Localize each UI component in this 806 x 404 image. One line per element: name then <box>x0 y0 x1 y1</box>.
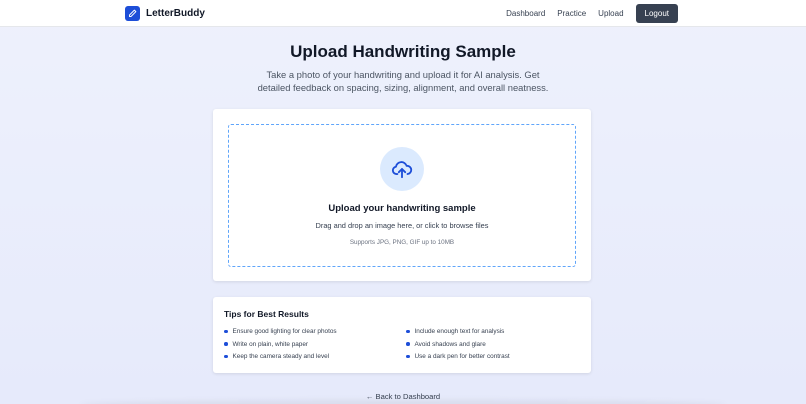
pencil-icon <box>125 5 140 21</box>
logout-button[interactable]: Logout <box>635 3 678 23</box>
tip-item: Include enough text for analysis <box>406 328 580 335</box>
tip-text: Keep the camera steady and level <box>232 353 330 361</box>
bullet-icon <box>224 329 228 334</box>
nav-link-practice[interactable]: Practice <box>557 9 586 18</box>
tips-card: Tips for Best Results Ensure good lighti… <box>213 297 591 373</box>
bullet-icon <box>224 354 228 359</box>
brand-name: LetterBuddy <box>146 7 205 19</box>
brand[interactable]: LetterBuddy <box>125 5 205 21</box>
tip-text: Ensure good lighting for clear photos <box>232 328 337 335</box>
upload-card: Upload your handwriting sample Drag and … <box>213 109 591 281</box>
nav-links: Dashboard Practice Upload Logout <box>506 3 678 23</box>
nav-link-upload[interactable]: Upload <box>598 9 623 18</box>
bullet-icon <box>406 329 410 334</box>
tip-item: Use a dark pen for better contrast <box>406 353 580 360</box>
hero: Upload Handwriting Sample Take a photo o… <box>0 42 806 94</box>
tips-list: Ensure good lighting for clear photos In… <box>224 328 580 360</box>
tip-item: Ensure good lighting for clear photos <box>224 328 398 335</box>
tip-text: Write on plain, white paper <box>232 340 309 348</box>
upload-title: Upload your handwriting sample <box>328 203 476 214</box>
tip-item: Keep the camera steady and level <box>224 353 398 360</box>
cloud-upload-icon <box>391 161 413 179</box>
bullet-icon <box>224 342 228 346</box>
nav-link-dashboard[interactable]: Dashboard <box>506 9 545 18</box>
tip-item: Write on plain, white paper <box>224 341 398 348</box>
navbar: LetterBuddy Dashboard Practice Upload Lo… <box>0 0 806 27</box>
bottom-shadow <box>80 400 726 404</box>
tip-text: Include enough text for analysis <box>414 328 505 335</box>
bullet-icon <box>406 354 410 359</box>
upload-icon-circle <box>380 147 424 191</box>
upload-description: Drag and drop an image here, or click to… <box>315 221 489 230</box>
upload-dropzone[interactable]: Upload your handwriting sample Drag and … <box>228 124 576 267</box>
page-title: Upload Handwriting Sample <box>290 42 516 61</box>
tip-text: Use a dark pen for better contrast <box>414 353 510 361</box>
page-subtitle: Take a photo of your handwriting and upl… <box>257 69 549 93</box>
tips-title: Tips for Best Results <box>224 309 309 319</box>
upload-supported-formats: Supports JPG, PNG, GIF up to 10MB <box>349 239 455 246</box>
tip-item: Avoid shadows and glare <box>406 341 580 348</box>
bullet-icon <box>406 342 410 346</box>
tip-text: Avoid shadows and glare <box>414 340 486 348</box>
